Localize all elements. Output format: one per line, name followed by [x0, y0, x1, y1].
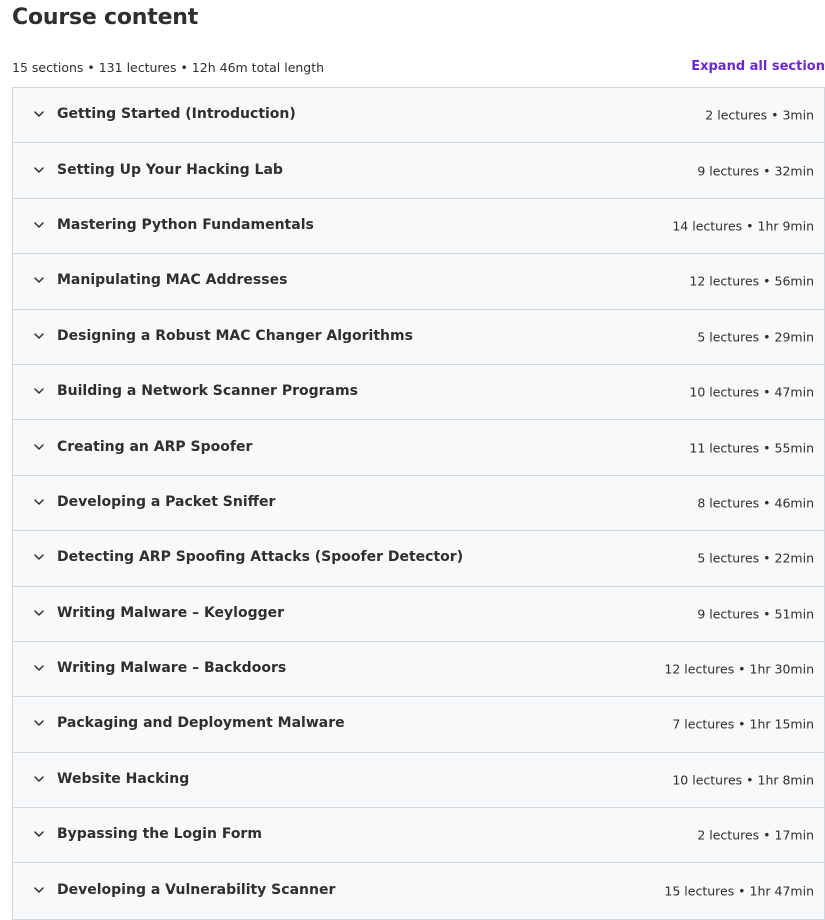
- chevron-down-icon: [33, 551, 45, 563]
- course-summary: 15 sections • 131 lectures • 12h 46m tot…: [12, 60, 325, 75]
- section-header[interactable]: Designing a Robust MAC Changer Algorithm…: [13, 309, 824, 365]
- section-meta: 2 lectures • 17min: [697, 827, 814, 843]
- section-meta: 14 lectures • 1hr 9min: [672, 218, 814, 234]
- section-header[interactable]: Developing a Packet Sniffer 8 lectures • …: [13, 475, 824, 532]
- section-meta: 2 lectures • 3min: [705, 107, 814, 123]
- section-title: Website Hacking: [57, 770, 190, 787]
- section-title: Writing Malware – Backdoors: [57, 660, 287, 677]
- section-header[interactable]: Getting Started (Introduction) 2 lectures…: [13, 88, 824, 144]
- section-meta: 5 lectures • 22min: [697, 550, 814, 566]
- section-header[interactable]: Website Hacking 10 lectures • 1hr 8min: [13, 752, 824, 809]
- section-header[interactable]: Writing Malware – Keylogger 9 lectures • …: [13, 586, 824, 642]
- section-meta: 8 lectures • 46min: [697, 495, 814, 511]
- section-meta: 11 lectures • 55min: [689, 440, 814, 456]
- section-title: Building a Network Scanner Programs: [57, 383, 358, 400]
- section-header[interactable]: Creating an ARP Spoofer 11 lectures • 55m…: [13, 420, 824, 476]
- section-header[interactable]: Detecting ARP Spoofing Attacks (Spoofer …: [13, 531, 824, 587]
- section-title: Getting Started (Introduction): [57, 106, 296, 123]
- section-header[interactable]: Packaging and Deployment Malware 7 lectur…: [13, 697, 824, 753]
- section-header[interactable]: Bypassing the Login Form 2 lectures • 17m…: [13, 808, 824, 864]
- chevron-down-icon: [33, 441, 45, 453]
- section-title: Designing a Robust MAC Changer Algorithm…: [57, 327, 413, 344]
- section-header[interactable]: Writing Malware – Backdoors 12 lectures •…: [13, 641, 824, 698]
- section-header[interactable]: Mastering Python Fundamentals 14 lectures…: [13, 198, 824, 255]
- section-meta: 12 lectures • 56min: [689, 273, 814, 289]
- section-list: Getting Started (Introduction) 2 lectures…: [12, 87, 825, 920]
- chevron-down-icon: [33, 717, 45, 729]
- chevron-down-icon: [33, 828, 45, 840]
- chevron-down-icon: [33, 607, 45, 619]
- section-meta: 9 lectures • 51min: [697, 606, 814, 622]
- section-meta: 12 lectures • 1hr 30min: [664, 661, 814, 677]
- section-title: Manipulating MAC Addresses: [57, 272, 288, 289]
- section-title: Developing a Packet Sniffer: [57, 493, 276, 510]
- section-meta: 7 lectures • 1hr 15min: [672, 716, 814, 732]
- chevron-down-icon: [33, 274, 45, 286]
- section-title: Detecting ARP Spoofing Attacks (Spoofer …: [57, 549, 464, 566]
- chevron-down-icon: [33, 884, 45, 896]
- section-header[interactable]: Setting Up Your Hacking Lab 9 lectures • …: [13, 143, 824, 199]
- chevron-down-icon: [33, 773, 45, 785]
- chevron-down-icon: [33, 330, 45, 342]
- section-meta: 9 lectures • 32min: [697, 163, 814, 179]
- chevron-down-icon: [33, 662, 45, 674]
- section-title: Packaging and Deployment Malware: [57, 715, 345, 732]
- section-header[interactable]: Building a Network Scanner Programs 10 le…: [13, 364, 824, 421]
- section-header[interactable]: Manipulating MAC Addresses 12 lectures • …: [13, 254, 824, 310]
- chevron-down-icon: [33, 219, 45, 231]
- section-meta: 10 lectures • 1hr 8min: [672, 772, 814, 788]
- course-summary-row: 15 sections • 131 lectures • 12h 46m tot…: [12, 58, 825, 78]
- section-title: Writing Malware – Keylogger: [57, 604, 285, 621]
- section-title: Mastering Python Fundamentals: [57, 217, 314, 234]
- page-title: Course content: [12, 5, 199, 30]
- chevron-down-icon: [33, 496, 45, 508]
- section-header[interactable]: Developing a Vulnerability Scanner 15 lec…: [13, 863, 824, 919]
- section-meta: 15 lectures • 1hr 47min: [664, 883, 814, 899]
- section-meta: 10 lectures • 47min: [689, 384, 814, 400]
- section-title: Creating an ARP Spoofer: [57, 438, 253, 455]
- chevron-down-icon: [33, 164, 45, 176]
- section-title: Bypassing the Login Form: [57, 826, 262, 843]
- section-title: Developing a Vulnerability Scanner: [57, 882, 336, 899]
- section-title: Setting Up Your Hacking Lab: [57, 161, 283, 178]
- section-meta: 5 lectures • 29min: [697, 329, 814, 345]
- chevron-down-icon: [33, 385, 45, 397]
- expand-all-sections-button[interactable]: Expand all section: [691, 58, 825, 76]
- chevron-down-icon: [33, 108, 45, 120]
